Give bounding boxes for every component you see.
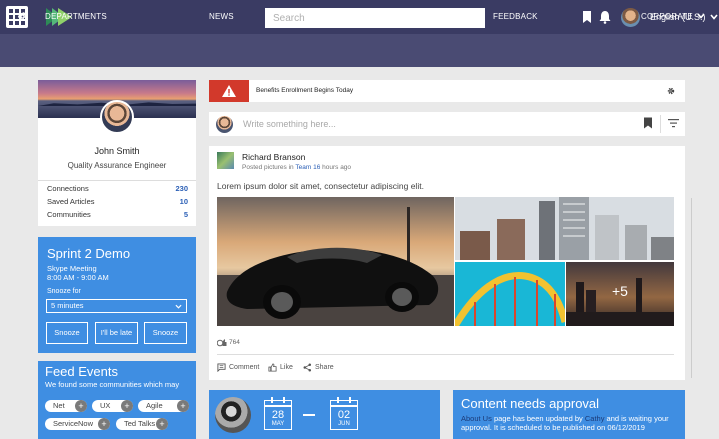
stat-value: 10 [179,197,188,206]
bookmark-icon[interactable] [643,117,653,129]
plus-icon[interactable]: + [98,418,110,430]
community-tag[interactable]: ServiceNow + [45,418,110,430]
divider [660,115,661,133]
feed-events-title: Feed Events [45,364,118,379]
stat-connections[interactable]: Connections 230 [47,184,188,193]
tag-label: Ted Talks [124,419,156,428]
bookmark-icon[interactable] [580,10,594,24]
comment-button[interactable]: Comment [229,364,259,371]
profile-avatar[interactable] [100,100,134,134]
profile-title: Quality Assurance Engineer [67,161,167,170]
event-end-date: 02 JUN [330,397,358,430]
nav-departments[interactable]: DEPARTMENTS [45,12,107,21]
event-end-day: 02 [337,409,351,421]
user-avatar[interactable] [621,8,640,27]
nav-corporate-label: CORPORATE [641,12,693,21]
post-meta-prefix: Posted pictures in [242,164,294,171]
meeting-type: Skype Meeting [47,264,97,273]
nav-feedback[interactable]: FEEDBACK [493,12,538,21]
snooze-button-secondary[interactable]: Snooze [144,322,187,344]
post-meta-time: hours ago [322,164,352,171]
plus-icon[interactable]: + [75,400,87,412]
content-approval-title: Content needs approval [461,396,600,411]
snooze-duration-select[interactable]: 5 minutes [46,299,187,313]
community-tag[interactable]: UX + [92,400,133,412]
team-link[interactable]: Team 16 [295,164,320,171]
nav-news[interactable]: NEWS [209,12,234,21]
tag-label: Net [53,401,65,410]
profile-name[interactable]: John Smith [38,146,196,156]
tag-label: Agile [146,401,163,410]
plus-icon[interactable]: + [177,400,189,412]
about-us-link[interactable]: About Us [461,414,492,423]
stat-communities[interactable]: Communities 5 [47,210,188,219]
approval-text-part: page has been updated by [491,414,585,423]
share-button[interactable]: Share [315,364,334,371]
meeting-time: 8:00 AM - 9:00 AM [47,273,109,282]
event-end-month: JUN [338,421,350,427]
event-host-avatar[interactable] [215,397,251,433]
alert-badge [209,80,249,102]
meeting-title: Sprint 2 Demo [47,246,131,261]
filter-icon[interactable] [668,118,679,128]
divider [217,354,674,355]
tag-label: UX [100,401,111,410]
post-meta: Posted pictures in Team 16 hours ago [242,164,351,171]
plus-icon[interactable]: + [156,418,168,430]
warning-icon [222,85,236,97]
main-nav [0,34,719,67]
meeting-details: Skype Meeting 8:00 AM - 9:00 AM [47,264,109,282]
share-icon[interactable] [303,363,312,372]
reaction-count[interactable]: 764 [229,339,240,346]
post-author-name[interactable]: Richard Branson [242,152,305,162]
chevron-down-icon [175,304,182,309]
stat-label: Communities [47,210,91,219]
stat-saved-articles[interactable]: Saved Articles 10 [47,197,188,206]
announcement-text: Benefits Enrollment Begins Today [256,87,354,94]
reactions-icon [217,339,227,347]
compose-avatar [216,116,233,133]
chevron-down-icon [697,13,705,19]
tag-label: ServiceNow [53,419,94,428]
author-link[interactable]: Cathy [585,414,605,423]
settings-gear-icon[interactable] [17,11,28,22]
post-photo-rollercoaster[interactable] [455,262,565,326]
divider [38,180,196,181]
scrollbar[interactable] [691,198,692,378]
more-photos-count[interactable]: +5 [612,283,628,299]
content-approval-text: About Us page has been updated by Cathy … [461,414,679,432]
stat-label: Connections [47,184,89,193]
chevron-down-icon [710,14,718,20]
event-start-month: MAY [271,421,285,427]
snooze-label: Snooze for [47,288,81,295]
late-button[interactable]: I'll be late [95,322,138,344]
like-button[interactable]: Like [280,364,293,371]
notifications-bell-icon[interactable] [598,10,612,24]
community-tag[interactable]: Ted Talks + [116,418,168,430]
stat-label: Saved Articles [47,197,95,206]
nav-directory[interactable]: DIRECTORY [341,12,390,21]
snooze-button[interactable]: Snooze [46,322,88,344]
event-start-day: 28 [271,409,285,421]
post-input[interactable] [243,118,623,130]
community-tag[interactable]: Net + [45,400,87,412]
like-icon[interactable] [268,363,277,372]
nav-corporate[interactable]: CORPORATE [641,12,705,21]
post-photo-city[interactable] [455,197,674,260]
settings-gear-icon[interactable] [667,87,675,95]
event-start-date: 28 MAY [264,397,292,430]
post-author-avatar[interactable] [217,152,234,169]
stat-value: 230 [175,184,188,193]
date-range-dash [303,414,315,416]
community-tag[interactable]: Agile + [138,400,189,412]
plus-icon[interactable]: + [121,400,133,412]
post-photo-car[interactable] [217,197,454,326]
snooze-duration-value: 5 minutes [51,301,84,310]
stat-value: 5 [183,210,188,219]
comment-icon[interactable] [217,363,226,372]
post-body: Lorem ipsum dolor sit amet, consectetur … [217,181,424,191]
feed-events-subtitle: We found some communities which may [45,380,180,389]
